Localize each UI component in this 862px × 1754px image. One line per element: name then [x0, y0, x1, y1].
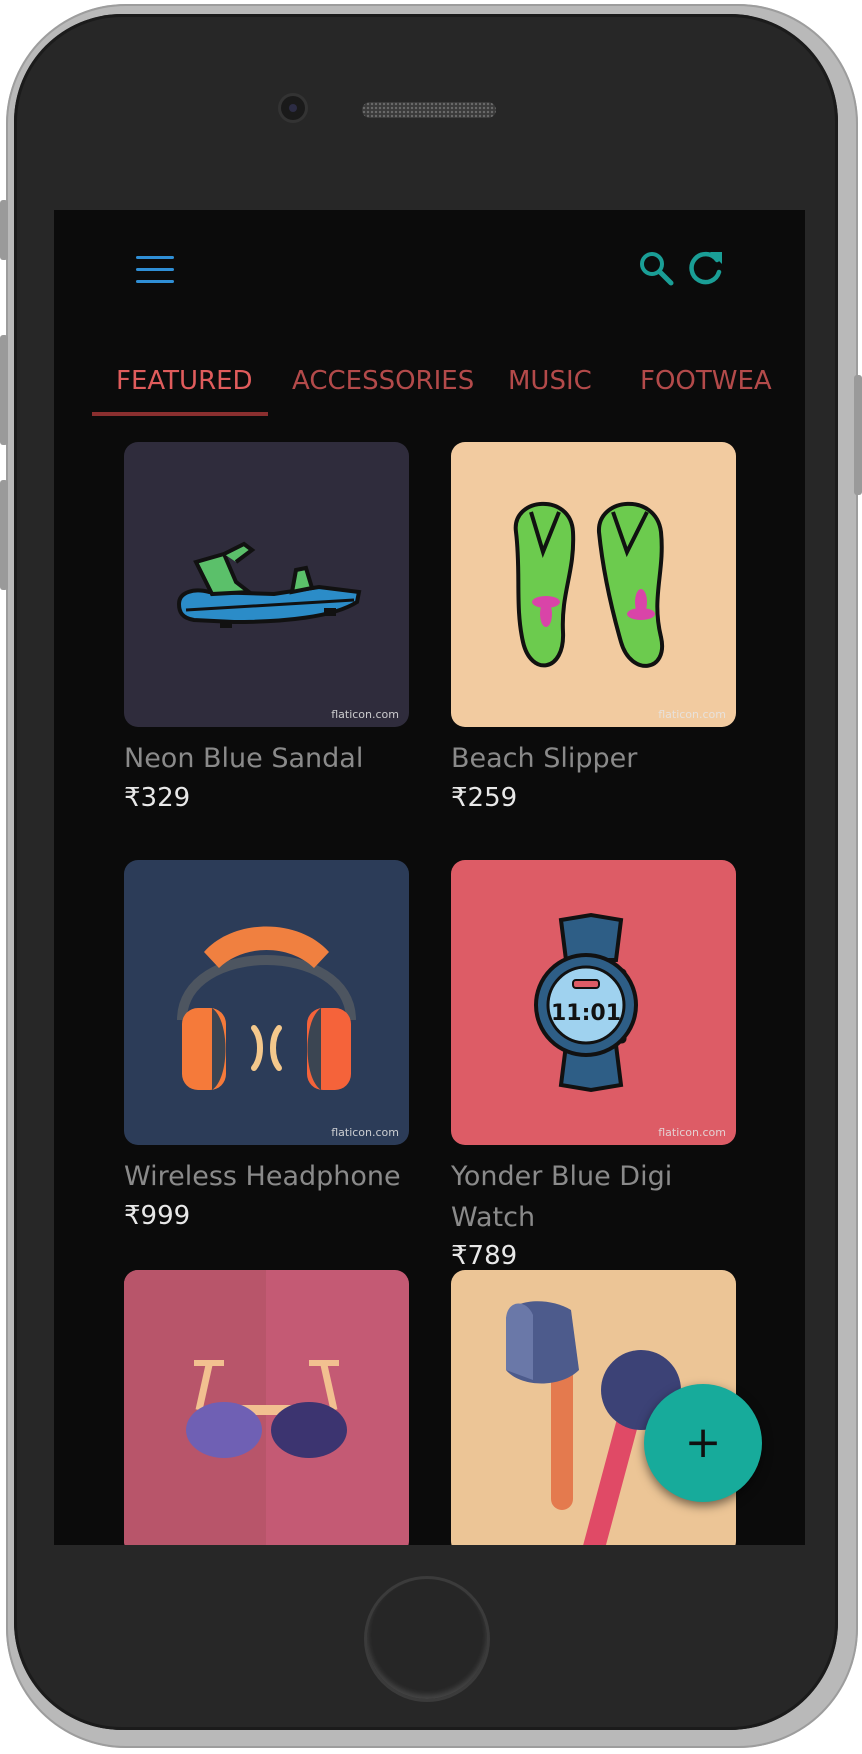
product-image[interactable]: [124, 1270, 409, 1545]
search-icon[interactable]: [636, 248, 676, 288]
hamburger-menu-icon[interactable]: [136, 256, 174, 284]
home-button[interactable]: [364, 1576, 490, 1702]
watch-icon: 11:01: [534, 912, 638, 1093]
product-price: ₹999: [124, 1201, 191, 1231]
image-credit: flaticon.com: [331, 1126, 399, 1139]
product-name: Neon Blue Sandal: [124, 743, 364, 774]
slipper-icon: [513, 501, 665, 668]
tab-music[interactable]: MUSIC: [508, 345, 592, 417]
earpiece-speaker: [362, 102, 496, 118]
add-button[interactable]: +: [644, 1384, 762, 1502]
category-tabs: FEATURED ACCESSORIES MUSIC FOOTWEA: [54, 345, 805, 420]
product-name: Yonder Blue Digi Watch: [451, 1161, 673, 1233]
product-name: Beach Slipper: [451, 743, 638, 774]
watch-face-time: 11:01: [551, 1001, 621, 1026]
refresh-icon[interactable]: [686, 248, 726, 288]
active-tab-indicator: [92, 412, 268, 416]
product-price: ₹329: [124, 783, 191, 813]
volume-up-button: [0, 335, 8, 445]
app-toolbar: [54, 210, 805, 320]
power-button: [854, 375, 862, 495]
product-price: ₹259: [451, 783, 518, 813]
product-image[interactable]: flaticon.com: [124, 860, 409, 1145]
product-image[interactable]: 11:01 flaticon.com: [451, 860, 736, 1145]
sunglasses-icon: [124, 1270, 347, 1545]
tab-accessories[interactable]: ACCESSORIES: [292, 345, 474, 417]
headphone-icon: [177, 926, 356, 1090]
front-camera: [281, 96, 305, 120]
image-credit: flaticon.com: [658, 708, 726, 721]
product-image[interactable]: flaticon.com: [451, 442, 736, 727]
image-credit: flaticon.com: [331, 708, 399, 721]
product-name: Wireless Headphone: [124, 1161, 401, 1192]
image-credit: flaticon.com: [658, 1126, 726, 1139]
volume-down-button: [0, 480, 8, 590]
product-image[interactable]: flaticon.com: [124, 442, 409, 727]
mute-switch: [0, 200, 8, 260]
tab-featured[interactable]: FEATURED: [116, 345, 253, 417]
sandal-icon: [176, 541, 362, 628]
app-screen: FEATURED ACCESSORIES MUSIC FOOTWEA flati…: [54, 210, 805, 1545]
tab-footwear[interactable]: FOOTWEA: [640, 345, 772, 417]
